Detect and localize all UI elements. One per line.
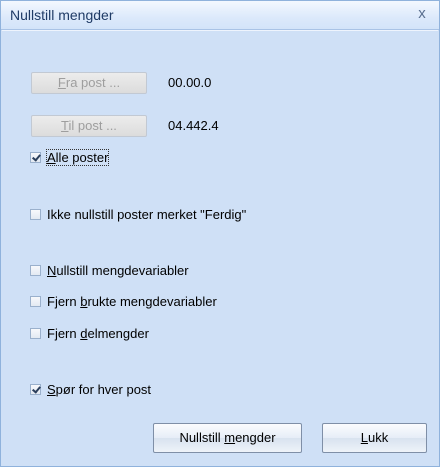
to-post-value: 04.442.4 xyxy=(168,118,219,133)
remove-subquantities-checkbox[interactable]: Fjern delmengder xyxy=(30,325,149,341)
ask-each-post-label: Spør for hver post xyxy=(47,382,151,397)
ask-each-post-checkbox-box[interactable] xyxy=(30,383,41,395)
close-mnemonic: L xyxy=(360,430,368,445)
all-posts-mnemonic: A xyxy=(47,149,56,165)
ask-each-post-mnemonic: S xyxy=(47,381,56,397)
dialog-title: Nullstill mengder xyxy=(10,7,114,23)
reset-variables-mnemonic: N xyxy=(47,262,57,278)
close-label-text: ukk xyxy=(368,430,389,445)
all-posts-checkbox[interactable]: Alle poster xyxy=(30,148,110,166)
reset-quantities-label-pre: Nullstill xyxy=(179,430,225,445)
remove-subquantities-label-text: elmengder xyxy=(87,325,149,341)
reset-variables-label-text: ullstill mengdevariabler xyxy=(56,262,189,278)
ask-each-post-checkbox[interactable]: Spør for hver post xyxy=(30,381,151,397)
from-post-label: ra post ... xyxy=(65,75,121,90)
all-posts-label-text: lle poster xyxy=(55,149,109,165)
close-button[interactable]: Lukk xyxy=(322,423,427,453)
all-posts-label: Alle poster xyxy=(45,148,110,166)
to-post-button[interactable]: Til post ... xyxy=(31,115,147,137)
from-post-value: 00.00.0 xyxy=(168,75,212,90)
from-post-button[interactable]: Fra post ... xyxy=(31,72,147,94)
remove-subquantities-label: Fjern delmengder xyxy=(47,326,149,341)
remove-used-variables-checkbox-box[interactable] xyxy=(30,295,41,307)
reset-quantities-mnemonic: m xyxy=(224,430,236,445)
remove-used-variables-label-pre: Fjern xyxy=(47,293,81,309)
title-bar: Nullstill mengder x xyxy=(1,1,439,30)
reset-variables-label: Nullstill mengdevariabler xyxy=(47,263,189,278)
close-icon[interactable]: x xyxy=(413,5,431,23)
all-posts-checkbox-box[interactable] xyxy=(30,151,41,163)
remove-subquantities-label-pre: Fjern xyxy=(47,325,81,341)
skip-done-label: Ikke nullstill poster merket "Ferdig" xyxy=(47,206,247,222)
skip-done-checkbox-box[interactable] xyxy=(30,208,41,220)
reset-quantities-dialog: Nullstill mengder x Fra post ... 00.00.0… xyxy=(0,0,440,467)
reset-variables-checkbox-box[interactable] xyxy=(30,264,41,276)
from-post-mnemonic: F xyxy=(57,75,66,90)
to-post-label: il post ... xyxy=(68,118,117,133)
remove-used-variables-checkbox[interactable]: Fjern brukte mengdevariabler xyxy=(30,293,217,309)
remove-used-variables-label-text: rukte mengdevariabler xyxy=(87,293,217,309)
dialog-body: Fra post ... 00.00.0 Til post ... 04.442… xyxy=(2,30,438,465)
reset-variables-checkbox[interactable]: Nullstill mengdevariabler xyxy=(30,262,189,278)
ask-each-post-label-text: pør for hver post xyxy=(55,381,152,397)
skip-done-checkbox[interactable]: Ikke nullstill poster merket "Ferdig" xyxy=(30,206,246,222)
reset-quantities-label-text: engder xyxy=(235,430,276,445)
to-post-mnemonic: T xyxy=(61,118,69,133)
remove-used-variables-label: Fjern brukte mengdevariabler xyxy=(47,294,217,309)
reset-quantities-button[interactable]: Nullstill mengder xyxy=(153,423,302,453)
remove-subquantities-checkbox-box[interactable] xyxy=(30,327,41,339)
